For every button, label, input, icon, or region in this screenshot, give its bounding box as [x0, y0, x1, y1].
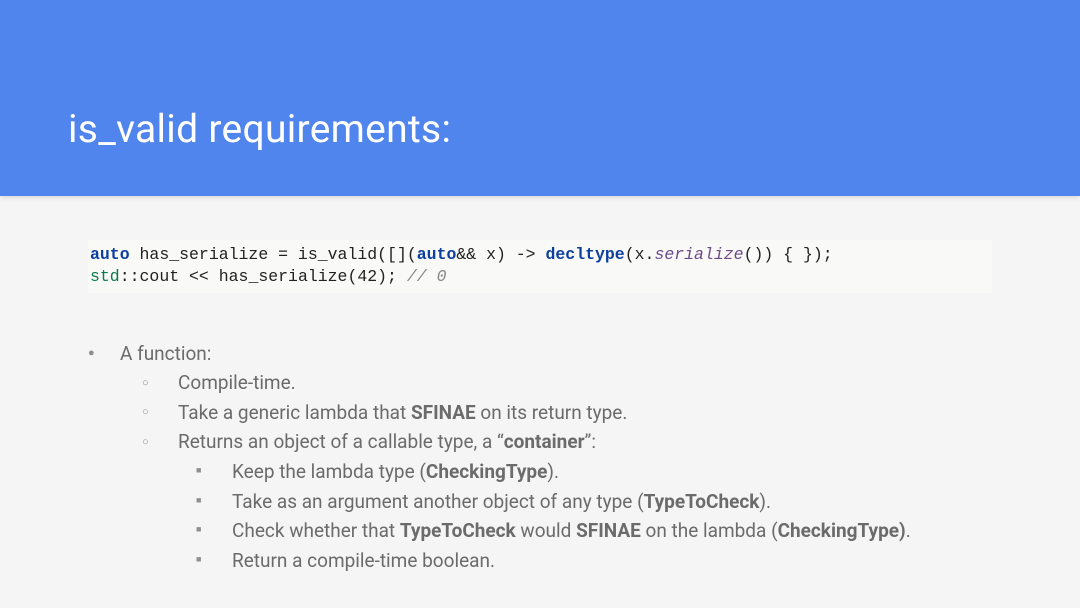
slide-content: auto has_serialize = is_valid([](auto&& … — [0, 196, 1080, 576]
code-comment: // 0 — [407, 267, 447, 286]
code-keyword-auto: auto — [417, 245, 457, 264]
list-item: Returns an object of a callable type, a … — [142, 427, 992, 575]
list-item: Check whether that TypeToCheck would SFI… — [196, 516, 992, 546]
bullet-text: on its return type. — [476, 401, 628, 424]
code-text: ()) { }); — [744, 245, 833, 264]
bullet-text: Take as an argument another object of an… — [232, 490, 644, 513]
list-item: Take as an argument another object of an… — [196, 487, 992, 517]
bullet-bold: CheckingType) — [778, 519, 906, 542]
bullet-bold: TypeToCheck — [400, 519, 516, 542]
bullet-text: ”: — [585, 430, 596, 453]
bullet-text: A function: — [120, 342, 211, 365]
list-item: Keep the lambda type (CheckingType). — [196, 457, 992, 487]
bullet-text: Check whether that — [232, 519, 400, 542]
code-text: && x) -> — [456, 245, 545, 264]
list-item: Return a compile-time boolean. — [196, 546, 992, 576]
bullet-text: on the lambda ( — [641, 519, 778, 542]
bullet-text: Return a compile-time boolean. — [232, 549, 495, 572]
code-keyword-auto: auto — [90, 245, 130, 264]
bullet-bold: SFINAE — [576, 519, 641, 542]
slide-title: is_valid requirements: — [68, 106, 451, 152]
bullet-text: Keep the lambda type ( — [232, 460, 426, 483]
code-example: auto has_serialize = is_valid([](auto&& … — [88, 240, 992, 293]
list-item: A function: Compile-time. Take a generic… — [88, 339, 992, 576]
list-item: Take a generic lambda that SFINAE on its… — [142, 398, 992, 428]
list-item: Compile-time. — [142, 368, 992, 398]
bullet-text: . — [906, 519, 911, 542]
code-namespace-std: std — [90, 267, 120, 286]
code-keyword-decltype: decltype — [546, 245, 625, 264]
code-text: (x. — [625, 245, 655, 264]
bullet-text: ). — [759, 490, 771, 513]
bullet-list: A function: Compile-time. Take a generic… — [88, 339, 992, 576]
bullet-text: Take a generic lambda that — [178, 401, 411, 424]
bullet-text: Compile-time. — [178, 371, 296, 394]
code-text: ::cout << has_serialize(42); — [120, 267, 407, 286]
bullet-bold: TypeToCheck — [644, 490, 760, 513]
code-method-serialize: serialize — [654, 245, 743, 264]
bullet-bold: container — [504, 430, 585, 453]
bullet-text: Returns an object of a callable type, a … — [178, 430, 504, 453]
code-text: has_serialize = is_valid([]( — [130, 245, 417, 264]
bullet-bold: CheckingType — [426, 460, 547, 483]
bullet-text: ). — [547, 460, 559, 483]
bullet-bold: SFINAE — [411, 401, 476, 424]
bullet-text: would — [516, 519, 576, 542]
slide-header: is_valid requirements: — [0, 0, 1080, 196]
